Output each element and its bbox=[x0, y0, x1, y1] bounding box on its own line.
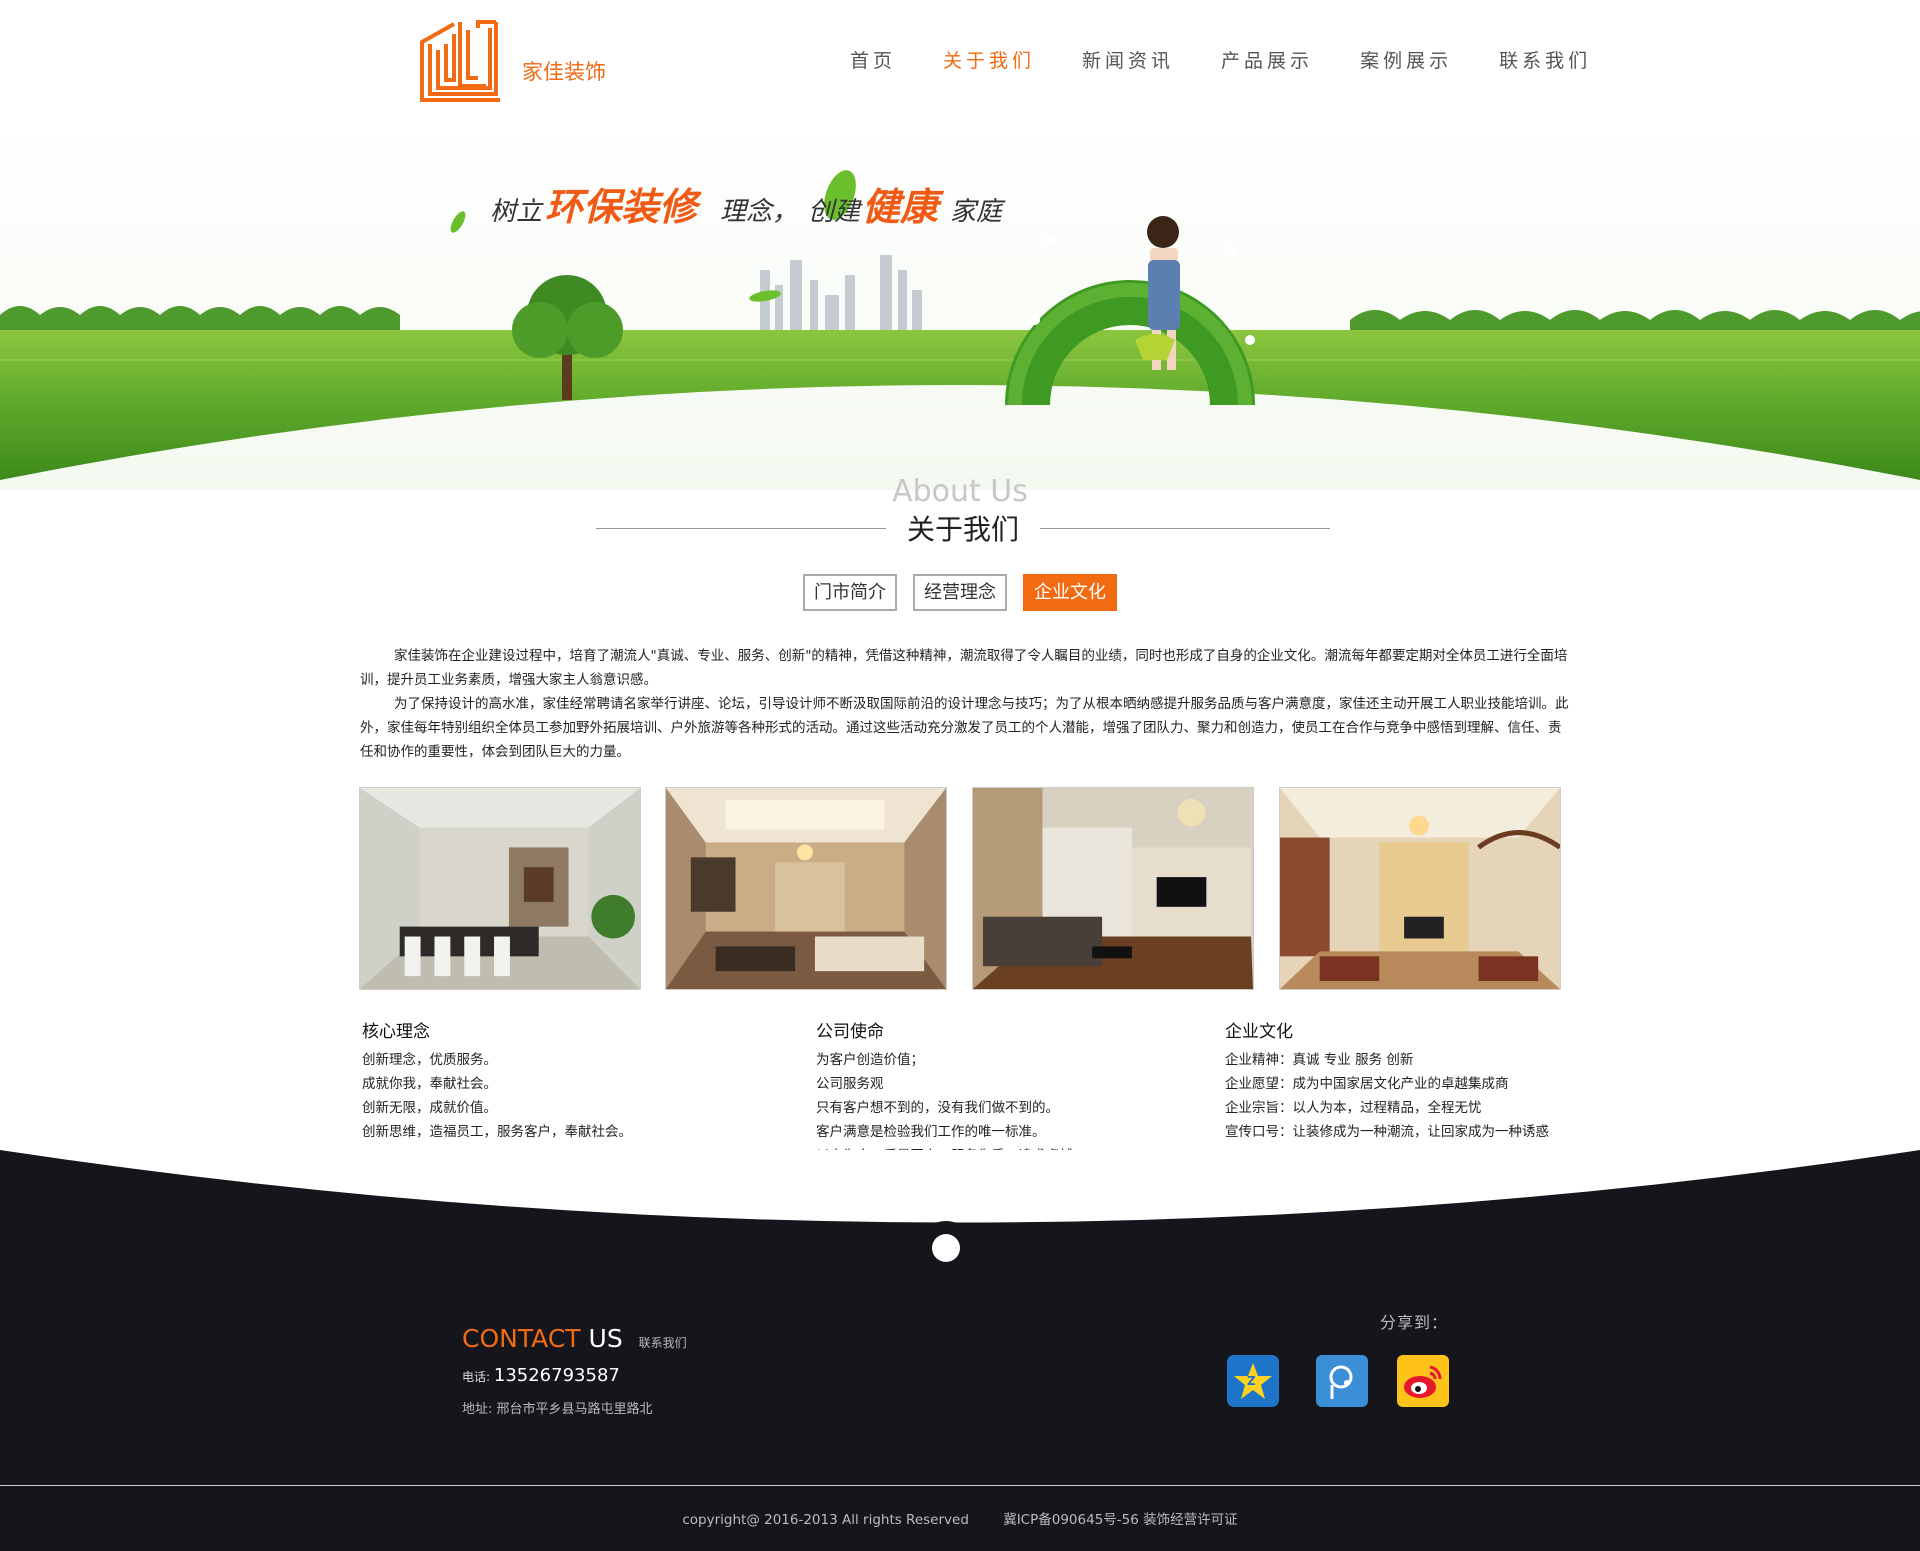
interior-photo[interactable] bbox=[359, 787, 641, 990]
brand-name[interactable]: 家佳装饰 bbox=[522, 56, 606, 86]
icp-license[interactable]: 冀ICP备090645号-56 装饰经营许可证 bbox=[1003, 1512, 1237, 1528]
contact-heading: CONTACT US 联系我们 bbox=[462, 1324, 687, 1353]
divider-line bbox=[1040, 528, 1330, 529]
tab-store-intro[interactable]: 门市简介 bbox=[803, 574, 897, 611]
svg-text:创建: 创建 bbox=[808, 197, 863, 227]
column-item: 创新理念，优质服务。 bbox=[362, 1052, 497, 1068]
interior-photo[interactable] bbox=[1279, 787, 1561, 990]
contact-heading-orange: CONTACT bbox=[462, 1324, 581, 1353]
svg-text:树立: 树立 bbox=[490, 197, 544, 227]
intro-paragraph: 为了保持设计的高水准，家佳经常聘请名家举行讲座、论坛，引导设计师不断汲取国际前沿… bbox=[360, 696, 1569, 760]
svg-text:健康: 健康 bbox=[862, 185, 944, 229]
column-item: 创新无限，成就价值。 bbox=[362, 1100, 497, 1116]
about-tabs: 门市简介 经营理念 企业文化 bbox=[0, 574, 1920, 611]
column-item: 创新思维，造福员工，服务客户，奉献社会。 bbox=[362, 1124, 632, 1140]
svg-text:Z: Z bbox=[1247, 1374, 1256, 1388]
corporate-culture-column: 企业文化 企业精神：真诚 专业 服务 创新 企业愿望：成为中国家居文化产业的卓越… bbox=[1225, 1017, 1549, 1144]
column-item: 企业宗旨：以人为本，过程精品，全程无忧 bbox=[1225, 1100, 1482, 1116]
column-title: 企业文化 bbox=[1225, 1022, 1293, 1042]
contact-block: CONTACT US 联系我们 电话: 13526793587 地址: 邢台市平… bbox=[462, 1324, 687, 1417]
logo-icon[interactable] bbox=[420, 20, 502, 102]
about-title-row: 关于我们 bbox=[596, 506, 1330, 546]
column-item: 企业精神：真诚 专业 服务 创新 bbox=[1225, 1052, 1414, 1068]
qzone-share-icon[interactable]: Z bbox=[1227, 1355, 1279, 1407]
column-item: 企业愿望：成为中国家居文化产业的卓越集成商 bbox=[1225, 1076, 1509, 1092]
nav-about[interactable]: 关于我们 bbox=[943, 46, 1035, 73]
svg-text:理念，: 理念， bbox=[720, 197, 798, 227]
contact-heading-small: 联系我们 bbox=[638, 1336, 687, 1350]
phone-number[interactable]: 13526793587 bbox=[494, 1365, 620, 1386]
phone-label: 电话: bbox=[462, 1370, 491, 1384]
sina-weibo-share-icon[interactable] bbox=[1397, 1355, 1449, 1407]
copyright-bar: copyright@ 2016-2013 All rights Reserved… bbox=[0, 1508, 1920, 1528]
core-philosophy-column: 核心理念 创新理念，优质服务。 成就你我，奉献社会。 创新无限，成就价值。 创新… bbox=[362, 1017, 632, 1144]
column-title: 核心理念 bbox=[362, 1022, 430, 1042]
nav-cases[interactable]: 案例展示 bbox=[1360, 46, 1452, 73]
share-label: 分享到： bbox=[1380, 1313, 1449, 1332]
tencent-weibo-share-icon[interactable] bbox=[1316, 1355, 1368, 1407]
site-header: 家佳装饰 首页 关于我们 新闻资讯 产品展示 案例展示 联系我们 bbox=[0, 0, 1920, 120]
hero-banner: 树立 环保装修 理念， 创建 健康 家庭 bbox=[0, 120, 1920, 490]
interior-photo-gallery bbox=[359, 787, 1562, 990]
nav-news[interactable]: 新闻资讯 bbox=[1082, 46, 1174, 73]
contact-address: 地址: 邢台市平乡县马路屯里路北 bbox=[462, 1402, 653, 1417]
tab-business-philosophy[interactable]: 经营理念 bbox=[913, 574, 1007, 611]
nav-products[interactable]: 产品展示 bbox=[1221, 46, 1313, 73]
intro-paragraph: 家佳装饰在企业建设过程中，培育了潮流人"真诚、专业、服务、创新"的精神，凭借这种… bbox=[360, 648, 1568, 688]
column-item: 只有客户想不到的，没有我们做不到的。 bbox=[816, 1100, 1059, 1116]
interior-photo[interactable] bbox=[665, 787, 947, 990]
svg-text:家庭: 家庭 bbox=[950, 197, 1006, 227]
company-mission-column: 公司使命 为客户创造价值； 公司服务观 只有客户想不到的，没有我们做不到的。 客… bbox=[816, 1017, 1086, 1168]
contact-heading-white: US bbox=[588, 1324, 623, 1353]
tab-corporate-culture[interactable]: 企业文化 bbox=[1023, 574, 1117, 611]
column-title: 公司使命 bbox=[816, 1022, 884, 1042]
column-item: 公司服务观 bbox=[816, 1076, 884, 1092]
copyright-text: copyright@ 2016-2013 All rights Reserved bbox=[682, 1512, 969, 1528]
about-intro: 家佳装饰在企业建设过程中，培育了潮流人"真诚、专业、服务、创新"的精神，凭借这种… bbox=[360, 644, 1570, 764]
column-item: 为客户创造价值； bbox=[816, 1052, 924, 1068]
interior-photo[interactable] bbox=[972, 787, 1254, 990]
nav-home[interactable]: 首页 bbox=[850, 46, 896, 73]
column-item: 成就你我，奉献社会。 bbox=[362, 1076, 497, 1092]
svg-text:环保装修: 环保装修 bbox=[545, 185, 702, 229]
column-item: 客户满意是检验我们工作的唯一标准。 bbox=[816, 1124, 1046, 1140]
column-item: 宣传口号：让装修成为一种潮流，让回家成为一种诱惑 bbox=[1225, 1124, 1549, 1140]
about-title-en: About Us bbox=[892, 474, 1028, 509]
nav-contact[interactable]: 联系我们 bbox=[1499, 46, 1591, 73]
contact-phone: 电话: 13526793587 bbox=[462, 1365, 687, 1386]
main-nav: 首页 关于我们 新闻资讯 产品展示 案例展示 联系我们 bbox=[850, 46, 1638, 73]
footer-background bbox=[0, 1150, 1920, 1551]
